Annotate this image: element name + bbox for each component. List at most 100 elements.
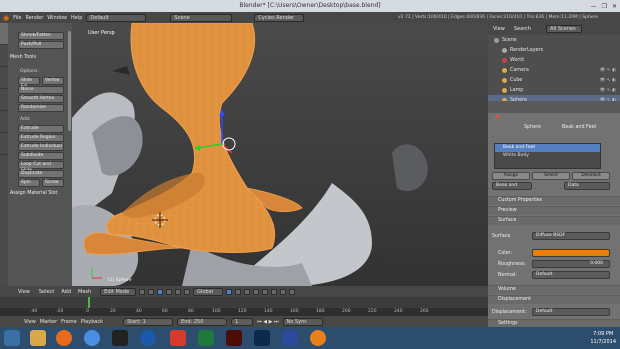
- menu-file[interactable]: File: [13, 15, 21, 21]
- tab-relations[interactable]: [0, 67, 8, 89]
- outliner-menu-search[interactable]: Search: [514, 26, 531, 32]
- normal-dropdown[interactable]: Default: [532, 271, 610, 279]
- roughness-field[interactable]: 0.000: [532, 260, 610, 268]
- tab-display[interactable]: [0, 89, 8, 111]
- translate-icon[interactable]: [166, 288, 173, 295]
- viewport-menu-mesh[interactable]: Mesh: [78, 289, 91, 295]
- 3d-viewport[interactable]: User Persp (1) Sphere: [72, 23, 488, 286]
- displacement-dropdown[interactable]: Default: [532, 308, 610, 316]
- illustrator-icon[interactable]: [226, 330, 242, 346]
- timeline-menu-playback[interactable]: Playback: [81, 319, 103, 325]
- layout-dropdown[interactable]: Default: [86, 13, 147, 22]
- system-clock[interactable]: 7:09 PM 11/7/2014: [590, 330, 616, 346]
- camera-app-icon[interactable]: [112, 330, 128, 346]
- visibility-toggles[interactable]: 👁 ↖ ◐: [600, 88, 616, 93]
- occlude-icon[interactable]: [253, 288, 260, 295]
- playback-controls[interactable]: ⏮ ◀ ▶ ⏭: [257, 319, 278, 325]
- menu-help[interactable]: Help: [71, 15, 82, 21]
- material-name-field[interactable]: Beak and: [492, 182, 532, 190]
- outliner-display-dropdown[interactable]: All Scenes: [546, 25, 583, 33]
- outliner-row-cube[interactable]: Cube 👁 ↖ ◐: [488, 75, 620, 85]
- outliner-row-scene[interactable]: Scene: [488, 35, 620, 45]
- assign-material-section[interactable]: Assign Material Slot: [10, 191, 57, 196]
- select-button[interactable]: Select: [532, 172, 570, 180]
- material-slot[interactable]: White Body: [495, 152, 600, 160]
- deselect-button[interactable]: Deselect: [572, 172, 610, 180]
- start-button[interactable]: [4, 330, 20, 346]
- assign-button[interactable]: Assign: [492, 172, 530, 180]
- extrude-region-button[interactable]: Extrude Region: [18, 134, 64, 142]
- recovery-icon[interactable]: [170, 330, 186, 346]
- end-frame-field[interactable]: End: 250: [177, 317, 228, 326]
- sync-dropdown[interactable]: No Sync: [282, 317, 323, 326]
- tab-shading[interactable]: [0, 111, 8, 133]
- tab-grease-pencil[interactable]: [0, 133, 8, 155]
- face-select-icon[interactable]: [244, 288, 251, 295]
- volume-panel[interactable]: Volume: [488, 285, 620, 294]
- timeline-editor[interactable]: -40 -20 0 20 40 60 80 100 120 140 160 18…: [0, 297, 488, 316]
- ie-icon[interactable]: [84, 330, 100, 346]
- mode-dropdown[interactable]: Edit Mode: [100, 287, 137, 296]
- push-pull-button[interactable]: Push/Pull: [18, 41, 64, 49]
- hp-icon[interactable]: [140, 330, 156, 346]
- outliner-row-camera[interactable]: Camera 👁 ↖ ◐: [488, 65, 620, 75]
- extrude-individual-button[interactable]: Extrude Individual: [18, 143, 64, 151]
- toolshelf-scrollbar[interactable]: [68, 31, 71, 131]
- proportional-edit-icon[interactable]: [262, 288, 269, 295]
- outliner-row-renderlayers[interactable]: RenderLayers: [488, 45, 620, 55]
- displacement-panel[interactable]: Displacement: [488, 295, 620, 304]
- render-preview-icon[interactable]: [289, 288, 296, 295]
- firefox-icon[interactable]: [56, 330, 72, 346]
- visibility-toggles[interactable]: 👁 ↖ ◐: [600, 78, 616, 83]
- screw-button[interactable]: Screw: [42, 179, 64, 187]
- tab-create[interactable]: [0, 45, 8, 67]
- scene-dropdown[interactable]: Scene: [170, 13, 233, 22]
- outliner-menu-view[interactable]: View: [493, 26, 505, 32]
- timeline-menu-view[interactable]: View: [24, 319, 36, 325]
- scale-icon[interactable]: [184, 288, 191, 295]
- orientation-dropdown[interactable]: Global: [193, 287, 224, 296]
- rotate-icon[interactable]: [175, 288, 182, 295]
- preview-panel[interactable]: Preview: [488, 206, 620, 215]
- manipulator-icon[interactable]: [157, 288, 164, 295]
- vertex-slide-button[interactable]: Vertex: [42, 77, 64, 85]
- color-swatch[interactable]: [532, 249, 610, 257]
- slide-edge-button[interactable]: Slide Ed: [18, 77, 40, 89]
- custom-properties-panel[interactable]: Custom Properties: [488, 196, 620, 205]
- menu-render[interactable]: Render: [25, 15, 43, 21]
- word-icon[interactable]: [282, 330, 298, 346]
- pin-icon[interactable]: 📌: [494, 116, 500, 121]
- file-explorer-icon[interactable]: [30, 330, 46, 346]
- link-data-dropdown[interactable]: Data: [564, 182, 610, 190]
- vertex-select-icon[interactable]: [226, 288, 233, 295]
- material-slot-active[interactable]: Beak and Feet: [495, 144, 600, 152]
- snap-icon[interactable]: [271, 288, 278, 295]
- timeline-menu-marker[interactable]: Marker: [40, 319, 57, 325]
- current-frame-field[interactable]: 1: [231, 317, 254, 326]
- visibility-toggles[interactable]: 👁 ↖ ◐: [600, 68, 616, 73]
- photoshop-icon[interactable]: [254, 330, 270, 346]
- excel-icon[interactable]: [198, 330, 214, 346]
- tab-tools[interactable]: [0, 23, 8, 45]
- smooth-vertex-button[interactable]: Smooth Vertex: [18, 95, 64, 103]
- loop-cut-button[interactable]: Loop Cut and Slide: [18, 161, 64, 173]
- surface-shader-dropdown[interactable]: Diffuse BSDF: [532, 232, 610, 240]
- extrude-dropdown[interactable]: Extrude: [18, 125, 64, 133]
- render-engine-dropdown[interactable]: Cycles Render: [254, 13, 305, 22]
- viewport-menu-add[interactable]: Add: [61, 289, 71, 295]
- subdivide-button[interactable]: Subdivide: [18, 152, 64, 160]
- noise-button[interactable]: Noise: [18, 86, 64, 94]
- spin-button[interactable]: Spin: [18, 179, 40, 187]
- pivot-icon[interactable]: [148, 288, 155, 295]
- edge-select-icon[interactable]: [235, 288, 242, 295]
- shading-solid-icon[interactable]: [139, 288, 146, 295]
- properties-tabs[interactable]: [488, 101, 620, 113]
- shrink-fatten-button[interactable]: Shrink/Fatten: [18, 32, 64, 40]
- mesh-tools-header[interactable]: Mesh Tools: [10, 55, 36, 60]
- viewport-menu-select[interactable]: Select: [39, 289, 54, 295]
- blender-taskbar-icon[interactable]: [310, 330, 326, 346]
- material-slots-list[interactable]: Beak and Feet White Body: [494, 143, 601, 169]
- menu-window[interactable]: Window: [47, 15, 67, 21]
- start-frame-field[interactable]: Start: 1: [123, 317, 174, 326]
- snap-target-icon[interactable]: [280, 288, 287, 295]
